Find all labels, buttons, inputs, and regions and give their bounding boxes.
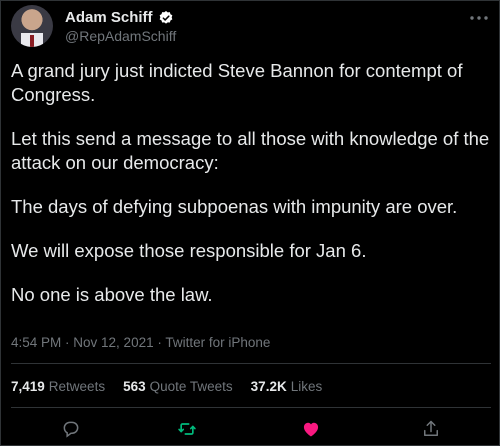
tweet-actions — [11, 415, 491, 445]
tweet-time[interactable]: 4:54 PM — [11, 335, 61, 350]
meta-separator: · — [61, 335, 74, 350]
tweet-date[interactable]: Nov 12, 2021 — [73, 335, 153, 350]
quotes-count: 563 — [123, 379, 146, 394]
tweet-meta: 4:54 PM · Nov 12, 2021 · Twitter for iPh… — [11, 335, 270, 350]
divider — [11, 407, 491, 408]
quotes-stat[interactable]: 563 Quote Tweets — [123, 379, 233, 394]
share-icon[interactable] — [419, 417, 443, 441]
avatar-tie — [30, 35, 34, 47]
tweet-paragraph: The days of defying subpoenas with impun… — [11, 196, 458, 217]
retweet-icon[interactable] — [175, 417, 199, 441]
avatar[interactable] — [11, 5, 53, 47]
more-options-icon[interactable] — [467, 9, 491, 29]
tweet-text: A grand jury just indicted Steve Bannon … — [11, 59, 491, 327]
tweet-stats: 7,419 Retweets 563 Quote Tweets 37.2K Likes — [11, 379, 322, 394]
retweets-stat[interactable]: 7,419 Retweets — [11, 379, 105, 394]
like-heart-icon[interactable] — [299, 417, 323, 441]
tweet-paragraph: No one is above the law. — [11, 284, 213, 305]
retweets-label: Retweets — [48, 379, 106, 394]
retweets-count: 7,419 — [11, 379, 45, 394]
quotes-label: Quote Tweets — [149, 379, 233, 394]
divider — [11, 363, 491, 364]
tweet-paragraph: Let this send a message to all those wit… — [11, 128, 490, 173]
likes-stat[interactable]: 37.2K Likes — [251, 379, 323, 394]
reply-icon[interactable] — [59, 417, 83, 441]
tweet-source[interactable]: Twitter for iPhone — [165, 335, 270, 350]
tweet-header: Adam Schiff @RepAdamSchiff — [11, 5, 491, 49]
meta-separator: · — [153, 335, 166, 350]
tweet-card: Adam Schiff @RepAdamSchiff A grand jury … — [0, 0, 500, 446]
author-name[interactable]: Adam Schiff — [65, 9, 153, 26]
author-name-row: Adam Schiff — [65, 9, 174, 26]
verified-badge-icon — [159, 10, 172, 24]
tweet-paragraph: A grand jury just indicted Steve Bannon … — [11, 60, 463, 105]
likes-label: Likes — [290, 379, 323, 394]
likes-count: 37.2K — [250, 379, 287, 394]
author-handle[interactable]: @RepAdamSchiff — [65, 28, 176, 44]
tweet-paragraph: We will expose those responsible for Jan… — [11, 240, 367, 261]
